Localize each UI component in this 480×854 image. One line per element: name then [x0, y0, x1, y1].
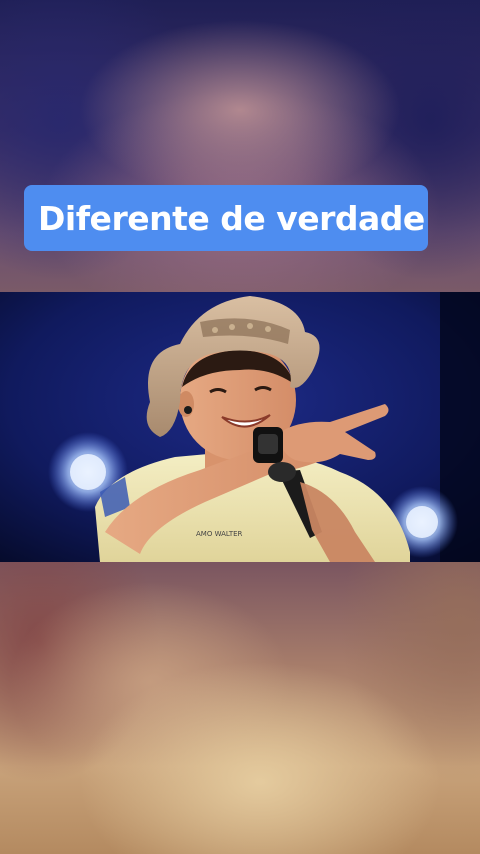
caption-text: Diferente de verdade	[38, 198, 425, 238]
shirt-label: AMO WALTER	[196, 530, 243, 538]
performer-photo: AMO WALTER	[0, 292, 480, 562]
blurred-background-bottom	[0, 562, 480, 854]
video-frame: Diferente de verdade AMO WALTER	[0, 0, 480, 854]
caption-banner: Diferente de verdade	[24, 185, 428, 251]
